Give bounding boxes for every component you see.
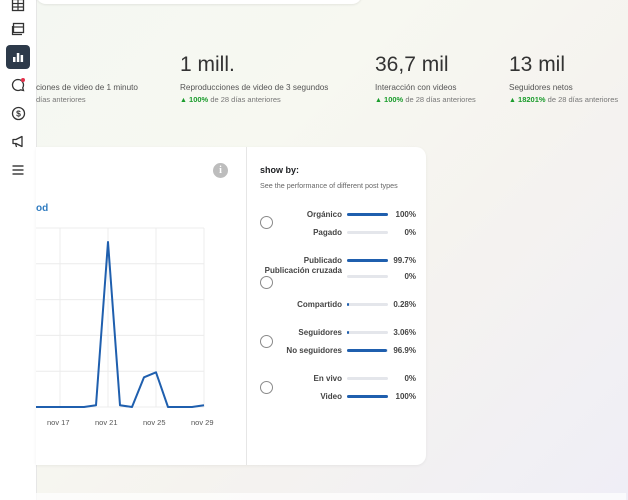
nav-rail: $: [0, 0, 37, 500]
layers-icon[interactable]: [6, 17, 30, 41]
progress-track: [347, 377, 388, 380]
progress-track: [347, 331, 388, 334]
row-percentage: 0%: [404, 228, 416, 237]
row-label: Seguidores: [298, 328, 342, 337]
notification-badge-icon: [21, 78, 25, 82]
bar-chart-icon[interactable]: [6, 45, 30, 69]
x-tick-label: nov 17: [47, 418, 70, 427]
up-arrow-icon: ▲: [375, 97, 382, 104]
metric-label: Seguidores netos: [509, 83, 573, 92]
top-card-edge: [36, 0, 362, 4]
metric-change: ▲ 100% de 28 días anteriores: [180, 95, 328, 104]
table-icon[interactable]: [6, 0, 30, 17]
progress-track: [347, 303, 388, 306]
progress-fill: [347, 303, 349, 306]
chart-header-partial: od: [36, 203, 49, 214]
info-icon[interactable]: i: [213, 163, 228, 178]
metric-1min-views: ciones de video de 1 minuto días anterio…: [36, 53, 138, 104]
row-label: No seguidores: [286, 346, 342, 355]
progress-fill: [347, 213, 388, 216]
row-label: Compartido: [297, 300, 342, 309]
dollar-icon[interactable]: $: [6, 101, 30, 125]
progress-track: [347, 395, 388, 398]
up-arrow-icon: ▲: [509, 97, 516, 104]
row-label: Orgánico: [306, 210, 342, 219]
metric-video-engagement: 36,7 mil Interacción con videos ▲ 100% d…: [375, 53, 476, 104]
metric-change: ▲ 100% de 28 días anteriores: [375, 95, 476, 104]
menu-icon[interactable]: [6, 158, 30, 182]
row-percentage: 0%: [404, 374, 416, 383]
bottom-card-edge: [36, 493, 626, 500]
row-label: Publicación cruzada: [264, 266, 342, 275]
progress-track: [347, 275, 388, 278]
change-text: de 28 días anteriores: [210, 95, 281, 104]
progress-fill: [347, 395, 388, 398]
change-text: de 28 días anteriores: [547, 95, 619, 104]
metric-change: días anteriores: [36, 95, 138, 104]
line-chart: [36, 227, 205, 408]
row-label: Pagado: [313, 228, 342, 237]
progress-track: [347, 231, 388, 234]
progress-fill: [347, 259, 388, 262]
change-pct: 100%: [384, 95, 404, 104]
row-percentage: 0%: [404, 272, 416, 281]
metric-label: ciones de video de 1 minuto: [36, 83, 138, 92]
chat-icon[interactable]: [6, 73, 30, 97]
series-line: [36, 241, 205, 408]
row-percentage: 3.06%: [393, 328, 416, 337]
progress-track: [347, 213, 388, 216]
metric-label: Reproducciones de video de 3 segundos: [180, 83, 329, 92]
change-pct: 100%: [189, 95, 209, 104]
metric-net-followers: 13 mil Seguidores netos ▲ 18201% de 28 d…: [509, 53, 618, 104]
show-by-title: show by:: [260, 165, 300, 175]
row-percentage: 96.9%: [393, 346, 416, 355]
metric-value: 1 mill.: [180, 53, 235, 76]
metric-value: 13 mil: [509, 53, 566, 76]
x-tick-label: nov 21: [95, 418, 118, 427]
progress-fill: [347, 331, 349, 334]
metric-value: [36, 53, 138, 77]
row-percentage: 99.7%: [393, 256, 416, 265]
row-percentage: 100%: [395, 392, 416, 401]
progress-track: [347, 349, 388, 352]
metric-change: ▲ 18201% de 28 días anteriores: [509, 95, 618, 104]
megaphone-icon[interactable]: [6, 129, 30, 153]
show-by-subtitle: See the performance of different post ty…: [260, 181, 398, 190]
progress-track: [347, 259, 388, 262]
card-divider: [246, 147, 247, 465]
row-label: En vivo: [313, 374, 342, 383]
svg-text:$: $: [16, 108, 21, 118]
row-percentage: 100%: [395, 210, 416, 219]
row-percentage: 0.28%: [393, 300, 416, 309]
metric-3s-views: 1 mill. Reproducciones de video de 3 seg…: [180, 53, 328, 104]
x-tick-label: nov 29: [191, 418, 214, 427]
x-tick-label: nov 25: [143, 418, 166, 427]
up-arrow-icon: ▲: [180, 97, 187, 104]
progress-fill: [347, 349, 387, 352]
change-text: de 28 días anteriores: [405, 95, 476, 104]
change-pct: 18201%: [518, 95, 546, 104]
radio-post-origin[interactable]: [260, 276, 273, 289]
change-text: días anteriores: [36, 95, 86, 104]
metric-label: Interacción con videos: [375, 83, 457, 92]
metric-value: 36,7 mil: [375, 53, 449, 76]
row-label: Video: [320, 392, 342, 401]
